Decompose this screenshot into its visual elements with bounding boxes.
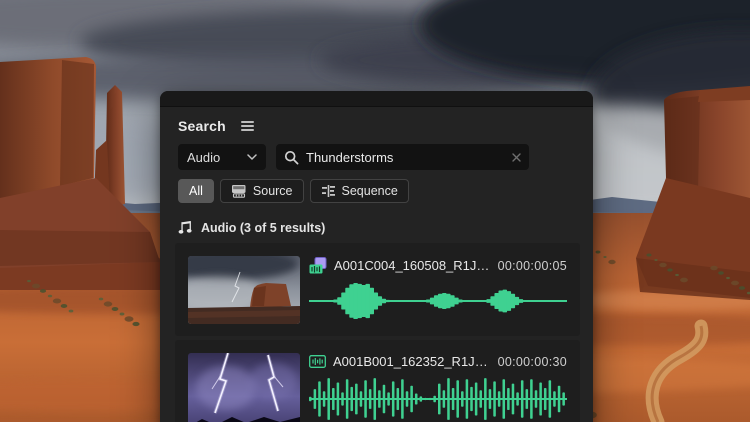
magnifier-icon [284,150,299,165]
av-clip-icon [309,257,327,274]
source-clip-icon [231,184,247,198]
hamburger-menu-icon[interactable] [239,119,256,133]
chevron-down-icon [247,154,257,160]
media-type-dropdown[interactable]: Audio [178,144,266,170]
results-list: A001C004_160508_R1JC.mov 00:00:00:05 [175,243,580,422]
thumbnail-lightning-storm[interactable] [188,353,300,422]
audio-waveform [309,376,567,422]
clear-x-icon[interactable] [512,153,521,162]
clip-filename: A001C004_160508_R1JC.mov [334,258,491,273]
sequence-icon [321,184,336,198]
panel-title: Search [178,118,226,134]
panel-header-strip [160,91,593,107]
thumbnail-storm-over-butte[interactable] [188,256,300,324]
scope-button-all[interactable]: All [178,179,214,203]
scope-button-source-label: Source [253,184,293,198]
scope-button-sequence-label: Sequence [342,184,398,198]
clip-filename: A001B001_162352_R1JC.mov [333,354,491,369]
audio-waveform [309,281,567,321]
clip-duration: 00:00:00:30 [498,355,567,369]
search-field[interactable] [276,144,529,170]
search-input[interactable] [306,150,505,165]
screen: Search Audio [0,0,750,422]
search-panel: Search Audio [160,91,593,422]
scope-button-sequence[interactable]: Sequence [310,179,409,203]
result-row-2[interactable]: A001B001_162352_R1JC.mov 00:00:00:30 [175,340,580,422]
result-row-1[interactable]: A001C004_160508_R1JC.mov 00:00:00:05 [175,243,580,336]
audio-clip-icon [309,355,326,368]
results-count-header: Audio (3 of 5 results) [201,221,325,235]
music-note-icon [178,220,193,235]
scope-button-source[interactable]: Source [220,179,304,203]
media-type-value: Audio [187,150,247,165]
clip-duration: 00:00:00:05 [498,259,567,273]
